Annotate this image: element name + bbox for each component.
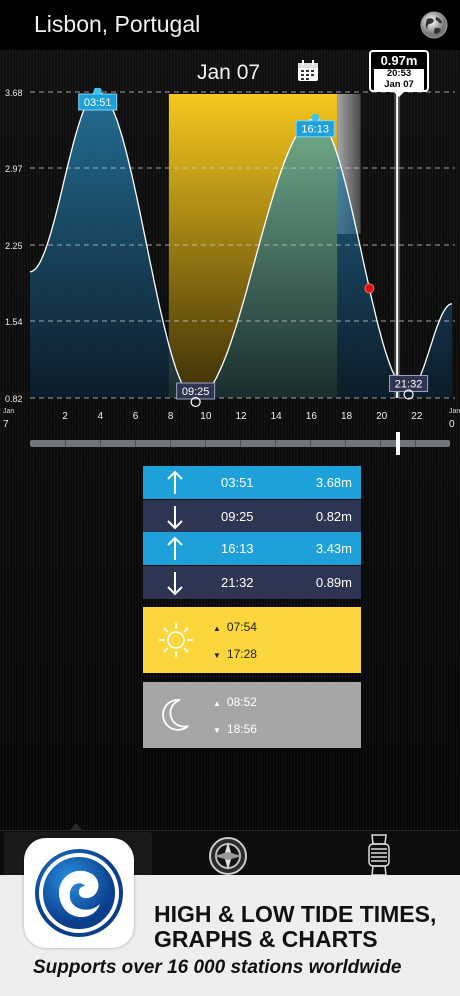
moon-times-panel: ▲ 08:52 ▼ 18:56 (143, 682, 361, 748)
tide-row-low[interactable]: 21:32 0.89m (143, 566, 361, 599)
x-tick-label: 10 (200, 411, 212, 422)
x-edge-right-top: Jan (449, 408, 460, 415)
x-tick-label: 2 (62, 411, 68, 422)
moon-icon (162, 699, 189, 731)
sunrise-time: ▲ 07:54 (213, 620, 257, 634)
extreme-label: 21:32 (395, 379, 423, 391)
x-tick-label: 20 (376, 411, 388, 422)
y-tick-label: 2.25 (5, 241, 23, 251)
tide-height: 3.43m (315, 541, 352, 556)
x-tick-label: 4 (98, 411, 104, 422)
x-edge-left-top: Jan (3, 408, 14, 415)
x-tick-label: 8 (168, 411, 174, 422)
callout-date: Jan 07 (374, 79, 424, 90)
tide-chart[interactable]: 3.68 2.97 2.25 1.54 0.82 2 4 6 8 10 12 14 16 18 20 22 Ja… (0, 88, 460, 432)
tide-time: 16:13 (221, 541, 254, 556)
slider-tick (100, 440, 101, 447)
extreme-label: 03:51 (84, 97, 112, 109)
top-bar: Lisbon, Portugal (0, 0, 460, 50)
moonrise-time: ▲ 08:52 (213, 695, 257, 709)
x-tick-label: 12 (235, 411, 247, 422)
slider-tick (415, 440, 416, 447)
wave-logo-icon (35, 849, 123, 937)
app-icon[interactable] (24, 838, 134, 948)
globe-icon[interactable] (420, 11, 448, 39)
watch-icon[interactable] (366, 834, 392, 876)
arrow-down-icon (167, 572, 183, 596)
tide-time: 21:32 (221, 575, 254, 590)
extreme-label: 09:25 (182, 386, 210, 398)
slider-tick (380, 440, 381, 447)
date-label[interactable]: Jan 07 (197, 61, 260, 85)
callout-pointer (392, 90, 406, 97)
x-tick-label: 16 (306, 411, 318, 422)
sun-icon (159, 623, 193, 657)
x-tick-label: 22 (411, 411, 423, 422)
tide-time: 03:51 (221, 475, 254, 490)
banner-headline-2: GRAPHS & CHARTS (154, 926, 378, 952)
x-tick-label: 14 (271, 411, 283, 422)
tide-height: 3.68m (315, 475, 352, 490)
moonset-time: ▼ 18:56 (213, 722, 257, 736)
tide-row-high[interactable]: 16:13 3.43m (143, 532, 361, 565)
x-tick-label: 6 (133, 411, 139, 422)
x-edge-left-bottom: 7 (3, 419, 9, 430)
slider-tick (205, 440, 206, 447)
arrow-up-icon (167, 470, 183, 494)
y-tick-label: 0.82 (5, 394, 23, 404)
current-tide-marker (364, 283, 375, 294)
y-tick-label: 1.54 (5, 317, 23, 327)
arrow-down-icon (167, 506, 183, 530)
y-tick-label: 3.68 (5, 88, 23, 98)
slider-tick (345, 440, 346, 447)
sun-times-panel: ▲ 07:54 ▼ 17:28 (143, 607, 361, 673)
calendar-icon[interactable] (297, 60, 319, 82)
slider-tick (310, 440, 311, 447)
slider-tick (170, 440, 171, 447)
high-marker (311, 113, 320, 122)
extreme-label: 16:13 (301, 124, 329, 136)
location-title[interactable]: Lisbon, Portugal (34, 11, 200, 38)
tide-row-low[interactable]: 09:25 0.82m (143, 500, 361, 533)
tide-row-high[interactable]: 03:51 3.68m (143, 466, 361, 499)
slider-tick (135, 440, 136, 447)
banner-headline-1: HIGH & LOW TIDE TIMES, (154, 901, 437, 927)
slider-tick (275, 440, 276, 447)
app-screen: Lisbon, Portugal Jan 07 3.68 2.97 2.25 1.54… (0, 0, 460, 996)
slider-tick (65, 440, 66, 447)
time-slider-thumb[interactable] (396, 432, 400, 455)
banner-subline: Supports over 16 000 stations worldwide (33, 957, 402, 978)
y-tick-label: 2.97 (5, 164, 23, 174)
callout-time: 20:53 (374, 69, 424, 79)
tide-time: 09:25 (221, 509, 254, 524)
arrow-up-icon (167, 536, 183, 560)
compass-icon[interactable] (208, 836, 248, 876)
sunset-time: ▼ 17:28 (213, 647, 257, 661)
tide-height: 0.82m (315, 509, 352, 524)
slider-tick (240, 440, 241, 447)
cursor-callout: 0.97m 20:53 Jan 07 (369, 50, 429, 92)
x-edge-right-bottom: 0 (449, 419, 455, 430)
callout-height: 0.97m (380, 53, 418, 68)
tab-indicator (70, 823, 82, 830)
tide-height: 0.89m (315, 575, 352, 590)
x-tick-label: 18 (341, 411, 353, 422)
